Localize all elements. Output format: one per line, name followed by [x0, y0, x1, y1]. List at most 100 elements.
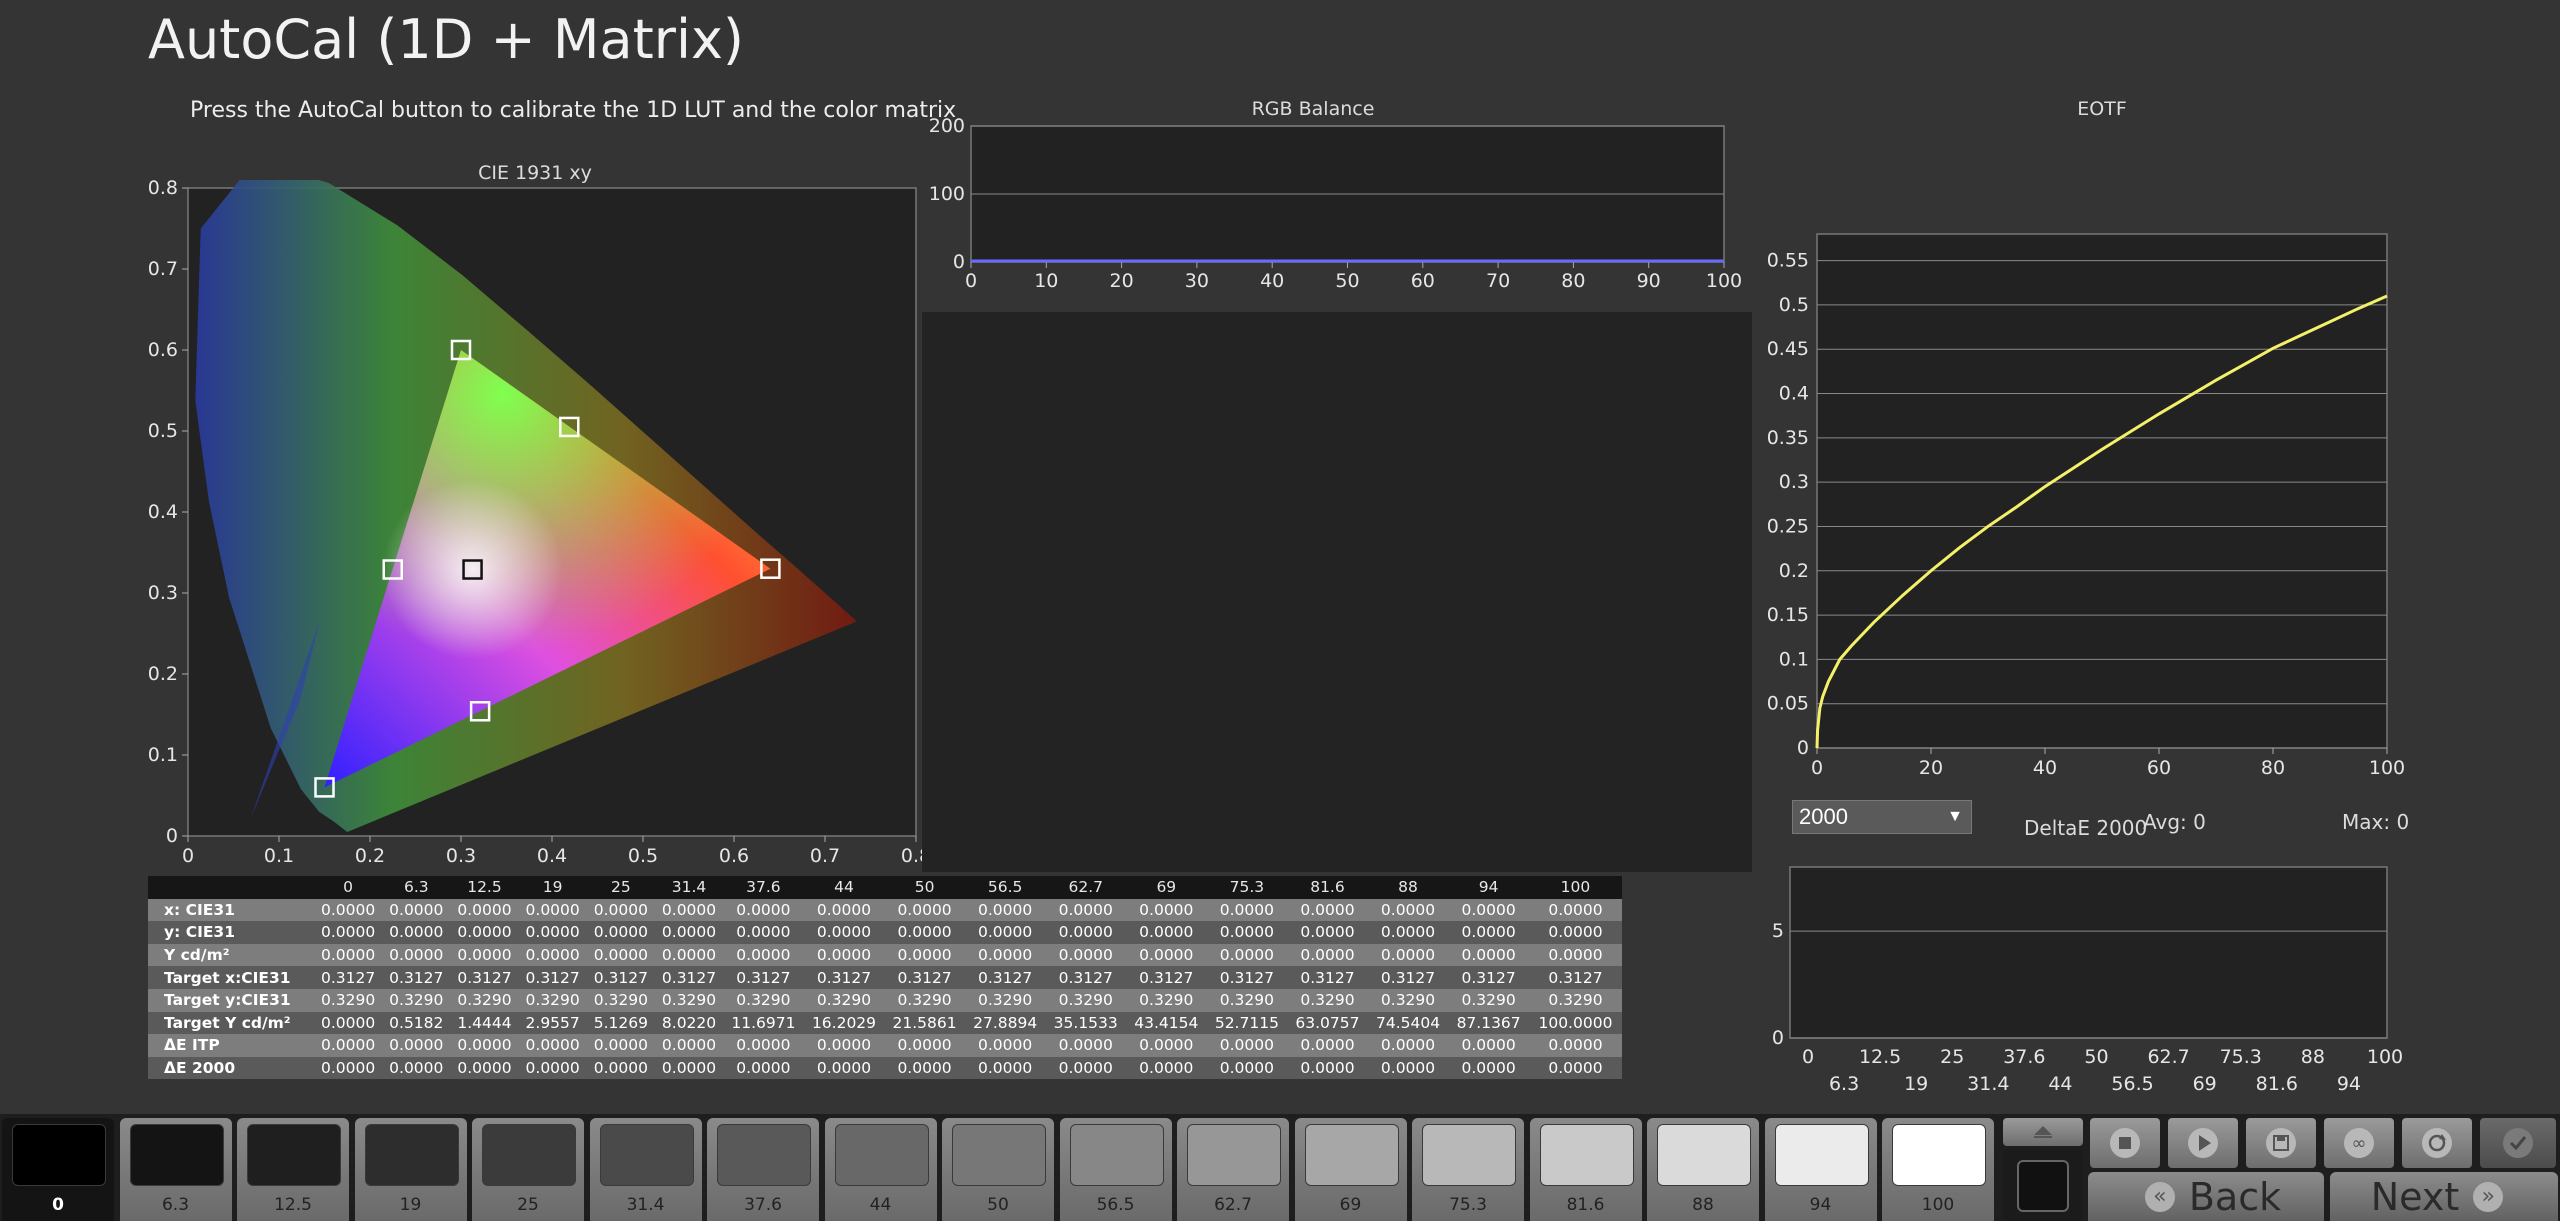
- table-cell: 0.0000: [661, 1059, 717, 1078]
- gray-patch-button[interactable]: 94: [1764, 1118, 1877, 1221]
- table-cell: 0.0000: [593, 1036, 648, 1055]
- gray-patch-button[interactable]: 6.3: [119, 1118, 232, 1221]
- table-cell: 16.2029: [811, 1013, 877, 1032]
- table-cell: 0.0000: [1219, 946, 1274, 965]
- table-cell: 0.3290: [1300, 991, 1355, 1010]
- gray-patch-button[interactable]: 88: [1647, 1118, 1759, 1221]
- gray-patch-button[interactable]: 19: [354, 1118, 467, 1221]
- table-cell: 0.0000: [389, 1036, 444, 1055]
- gray-patch-label: 75.3: [1449, 1195, 1487, 1215]
- x-tick-label: 75.3: [2220, 1046, 2262, 1068]
- table-cell: 0.0000: [661, 923, 717, 942]
- gray-patch-swatch: [129, 1124, 224, 1186]
- y-tick-label: 0.1: [148, 744, 178, 766]
- gray-patch-swatch: [1069, 1124, 1164, 1186]
- y-tick-label: 0.25: [1767, 515, 1809, 537]
- x-tick-label: 50: [1335, 270, 1359, 292]
- gray-patch-label: 44: [869, 1195, 892, 1215]
- table-cell: 11.6971: [731, 1013, 796, 1032]
- y-tick-label: 0.1: [1779, 648, 1809, 670]
- gray-patch-button[interactable]: 100: [1882, 1118, 1994, 1221]
- table-cell: 0.0000: [593, 900, 648, 919]
- gray-patch-swatch: [364, 1124, 459, 1186]
- back-button[interactable]: « Back: [2088, 1172, 2324, 1221]
- eject-button[interactable]: [2003, 1118, 2083, 1146]
- loop-button[interactable]: ∞: [2324, 1118, 2394, 1168]
- gray-patch-button[interactable]: 75.3: [1412, 1118, 1524, 1221]
- gray-patch-button[interactable]: 31.4: [589, 1118, 702, 1221]
- table-cell: 87.1367: [1456, 1013, 1521, 1032]
- x-tick-label: 100: [2369, 757, 2405, 779]
- save-button[interactable]: [2246, 1118, 2316, 1168]
- x-tick-label: 62.7: [2147, 1046, 2189, 1068]
- gray-patch-button[interactable]: 81.6: [1529, 1118, 1642, 1221]
- eotf-chart: 0 0.05 0.1 0.15 0.2 0.25 0.3 0.35 0.4 0.45 0.5 0.55…: [1767, 233, 2405, 779]
- gray-patch-label: 25: [517, 1195, 539, 1215]
- table-cell: 35.1533: [1053, 1013, 1118, 1032]
- gray-patch-button[interactable]: 44: [824, 1118, 937, 1221]
- y-tick-label: 0.8: [148, 180, 178, 199]
- gray-patch-swatch: [482, 1124, 576, 1186]
- refresh-button[interactable]: [2402, 1118, 2472, 1168]
- x-tick-label: 69: [2193, 1073, 2217, 1095]
- table-cell: 0.0000: [389, 900, 444, 919]
- table-column-header: 12.5: [450, 876, 519, 899]
- table-column-header: 0: [314, 876, 383, 899]
- table-cell: 0.0000: [389, 1059, 444, 1078]
- next-label: Next: [2370, 1174, 2460, 1219]
- table-cell: 0.0000: [1058, 923, 1113, 942]
- rgb-balance-chart: 0 100 200 0 10 20 30 40 50 60 70 80 90 100: [929, 115, 1742, 292]
- gray-patch-button[interactable]: 25: [472, 1118, 584, 1221]
- table-cell: 0.0000: [1380, 1059, 1436, 1078]
- table-column-header: 62.7: [1045, 876, 1127, 899]
- play-button[interactable]: [2168, 1118, 2238, 1168]
- table-cell: 0.0000: [816, 923, 872, 942]
- row-label: ΔE ITP: [164, 1036, 220, 1055]
- table-row: y: CIE31 0.0000 0.0000 0.0000 0.0000 0.0000 0.…: [148, 921, 1622, 944]
- eject-icon: [2034, 1126, 2052, 1138]
- table-column-header: 69: [1126, 876, 1207, 899]
- table-cell: 0.0000: [736, 900, 791, 919]
- gray-patch-button[interactable]: 62.7: [1177, 1118, 1289, 1221]
- table-cell: 63.0757: [1295, 1013, 1360, 1032]
- gray-patch-button[interactable]: 37.6: [707, 1118, 819, 1221]
- table-cell: 0.0000: [525, 1059, 580, 1078]
- table-cell: 0.3127: [897, 968, 952, 987]
- next-button[interactable]: Next »: [2330, 1172, 2558, 1221]
- table-cell: 0.3290: [736, 991, 791, 1010]
- table-row: Target Y cd/m² 0.0000 0.5182 1.4444 2.9557 5.…: [148, 1011, 1622, 1035]
- table-cell: 0.3290: [320, 991, 376, 1010]
- pattern-preview-button[interactable]: [2003, 1150, 2083, 1221]
- table-cell: 0.0000: [1461, 900, 1516, 919]
- table-row: Target x:CIE31 0.3127 0.3127 0.3127 0.3127 0.…: [148, 966, 1622, 989]
- table-cell: 0.0000: [897, 946, 952, 965]
- table-cell: 0.3290: [1548, 991, 1603, 1010]
- table-cell: 8.0220: [661, 1013, 717, 1032]
- table-cell: 0.0000: [736, 1059, 791, 1078]
- stop-button[interactable]: [2090, 1118, 2160, 1168]
- table-cell: 0.0000: [320, 1036, 376, 1055]
- table-cell: 0.3290: [1058, 991, 1113, 1010]
- table-cell: 0.3290: [1139, 991, 1194, 1010]
- y-tick-label: 0.55: [1767, 250, 1809, 272]
- gray-patch-button[interactable]: 50: [942, 1118, 1054, 1221]
- table-column-header: 44: [803, 876, 885, 899]
- table-column-header: 25: [586, 876, 655, 899]
- gray-patch-label: 31.4: [626, 1195, 665, 1215]
- table-cell: 0.3290: [1219, 991, 1274, 1010]
- table-cell: 0.0000: [320, 923, 376, 942]
- table-cell: 0.0000: [736, 923, 791, 942]
- table-cell: 0.3127: [661, 968, 717, 987]
- deltae-type-select[interactable]: 2000 ▼: [1792, 800, 1972, 834]
- gray-patch-button[interactable]: 12.5: [237, 1118, 349, 1221]
- gray-patch-button[interactable]: 56.5: [1059, 1118, 1172, 1221]
- y-tick-label: 100: [929, 183, 965, 205]
- table-cell: 0.0000: [1461, 1059, 1516, 1078]
- gray-patch-button[interactable]: 69: [1294, 1118, 1407, 1221]
- dropdown-arrow-icon: ▼: [1947, 808, 1963, 825]
- gray-patch-button[interactable]: 0: [2, 1118, 114, 1221]
- table-cell: 0.0000: [525, 923, 580, 942]
- row-label: Target x:CIE31: [164, 968, 291, 987]
- table-cell: 0.0000: [457, 900, 512, 919]
- confirm-button[interactable]: [2480, 1118, 2556, 1168]
